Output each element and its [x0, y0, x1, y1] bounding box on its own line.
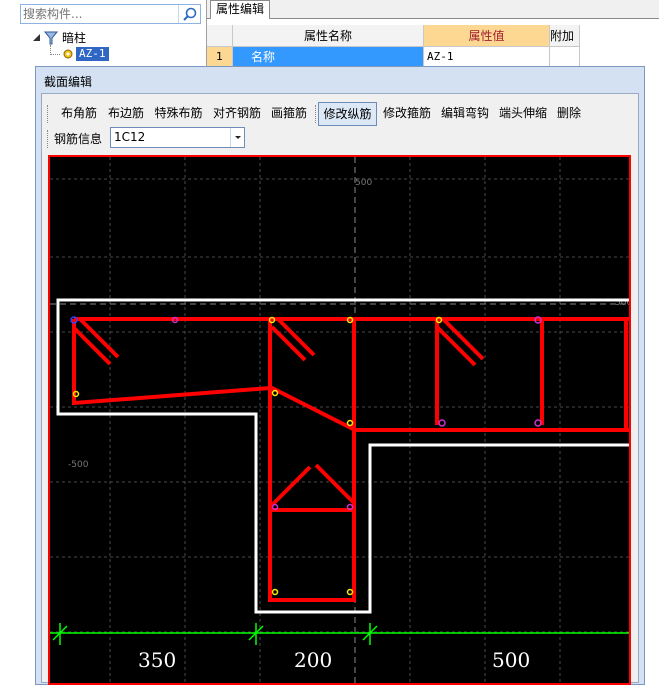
row-extra[interactable] [550, 47, 580, 67]
tree-node-az-1[interactable]: AZ-1 [62, 47, 112, 61]
header-extra[interactable]: 附加 [550, 25, 580, 47]
section-drawing-canvas[interactable]: 500 500 -500 [48, 155, 631, 685]
row-property-name[interactable]: 名称 [233, 47, 424, 67]
tree-child-label: AZ-1 [76, 47, 109, 61]
tree-connector [50, 54, 60, 55]
rebar-point [271, 503, 279, 511]
draw-stirrup-button[interactable]: 画箍筋 [267, 102, 311, 126]
rebar-info-select[interactable]: 1C12 [110, 127, 245, 148]
column-filter-icon [44, 31, 58, 45]
tick-label-top: 500 [355, 178, 372, 188]
modify-stirrup-button[interactable]: 修改箍筋 [379, 102, 435, 126]
toolbar-separator [315, 105, 317, 123]
gear-icon [63, 49, 73, 59]
collapse-triangle-icon[interactable] [32, 33, 42, 43]
rebar-point [346, 588, 354, 596]
toolbar-grip[interactable] [47, 130, 49, 148]
tick-label-left: -500 [68, 460, 89, 470]
section-drawing[interactable]: 500 500 -500 [50, 157, 629, 683]
row-property-value[interactable]: AZ-1 [424, 47, 550, 67]
rebar-point [346, 503, 354, 511]
search-input[interactable] [23, 6, 173, 22]
hook [314, 463, 356, 505]
dialog-title: 截面编辑 [44, 75, 93, 89]
tab-property-edit[interactable]: 属性编辑 [210, 0, 270, 19]
edit-hook-button[interactable]: 编辑弯钩 [437, 102, 493, 126]
dropdown-arrow[interactable] [230, 128, 244, 147]
header-property-name[interactable]: 属性名称 [233, 25, 424, 47]
dimension-label-200: 200 [294, 648, 332, 672]
dimension-label-500: 500 [492, 648, 530, 672]
rebar-point [438, 419, 446, 427]
search-icon [183, 7, 197, 21]
delete-button[interactable]: 删除 [553, 102, 585, 126]
end-extend-button[interactable]: 端头伸缩 [495, 102, 551, 126]
rebar-info-value: 1C12 [114, 130, 146, 144]
dimension-label-350: 350 [138, 648, 176, 672]
header-property-value[interactable]: 属性值 [424, 25, 550, 47]
special-rebar-button[interactable]: 特殊布筋 [150, 102, 207, 126]
corner-rebar-button[interactable]: 布角筋 [57, 102, 101, 126]
grid-corner-cell [207, 25, 233, 47]
rebar-point [271, 588, 279, 596]
align-rebar-button[interactable]: 对齐钢筋 [209, 102, 265, 126]
dimension-line [50, 623, 629, 645]
rebar-info-label: 钢筋信息 [54, 132, 103, 146]
edge-rebar-button[interactable]: 布边筋 [104, 102, 148, 126]
toolbar-grip[interactable] [47, 105, 49, 123]
rebar-point [271, 389, 279, 397]
rebar-group[interactable] [72, 317, 629, 602]
chevron-down-icon [235, 136, 241, 139]
search-button[interactable] [178, 5, 200, 23]
hook [270, 465, 312, 507]
rebar-point [346, 419, 354, 427]
modify-longitudinal-rebar-button[interactable]: 修改纵筋 [318, 102, 377, 126]
search-box[interactable] [20, 4, 201, 24]
tree-root-label: 暗柱 [62, 31, 87, 45]
row-index: 1 [207, 47, 233, 67]
stirrup-web [268, 317, 356, 602]
